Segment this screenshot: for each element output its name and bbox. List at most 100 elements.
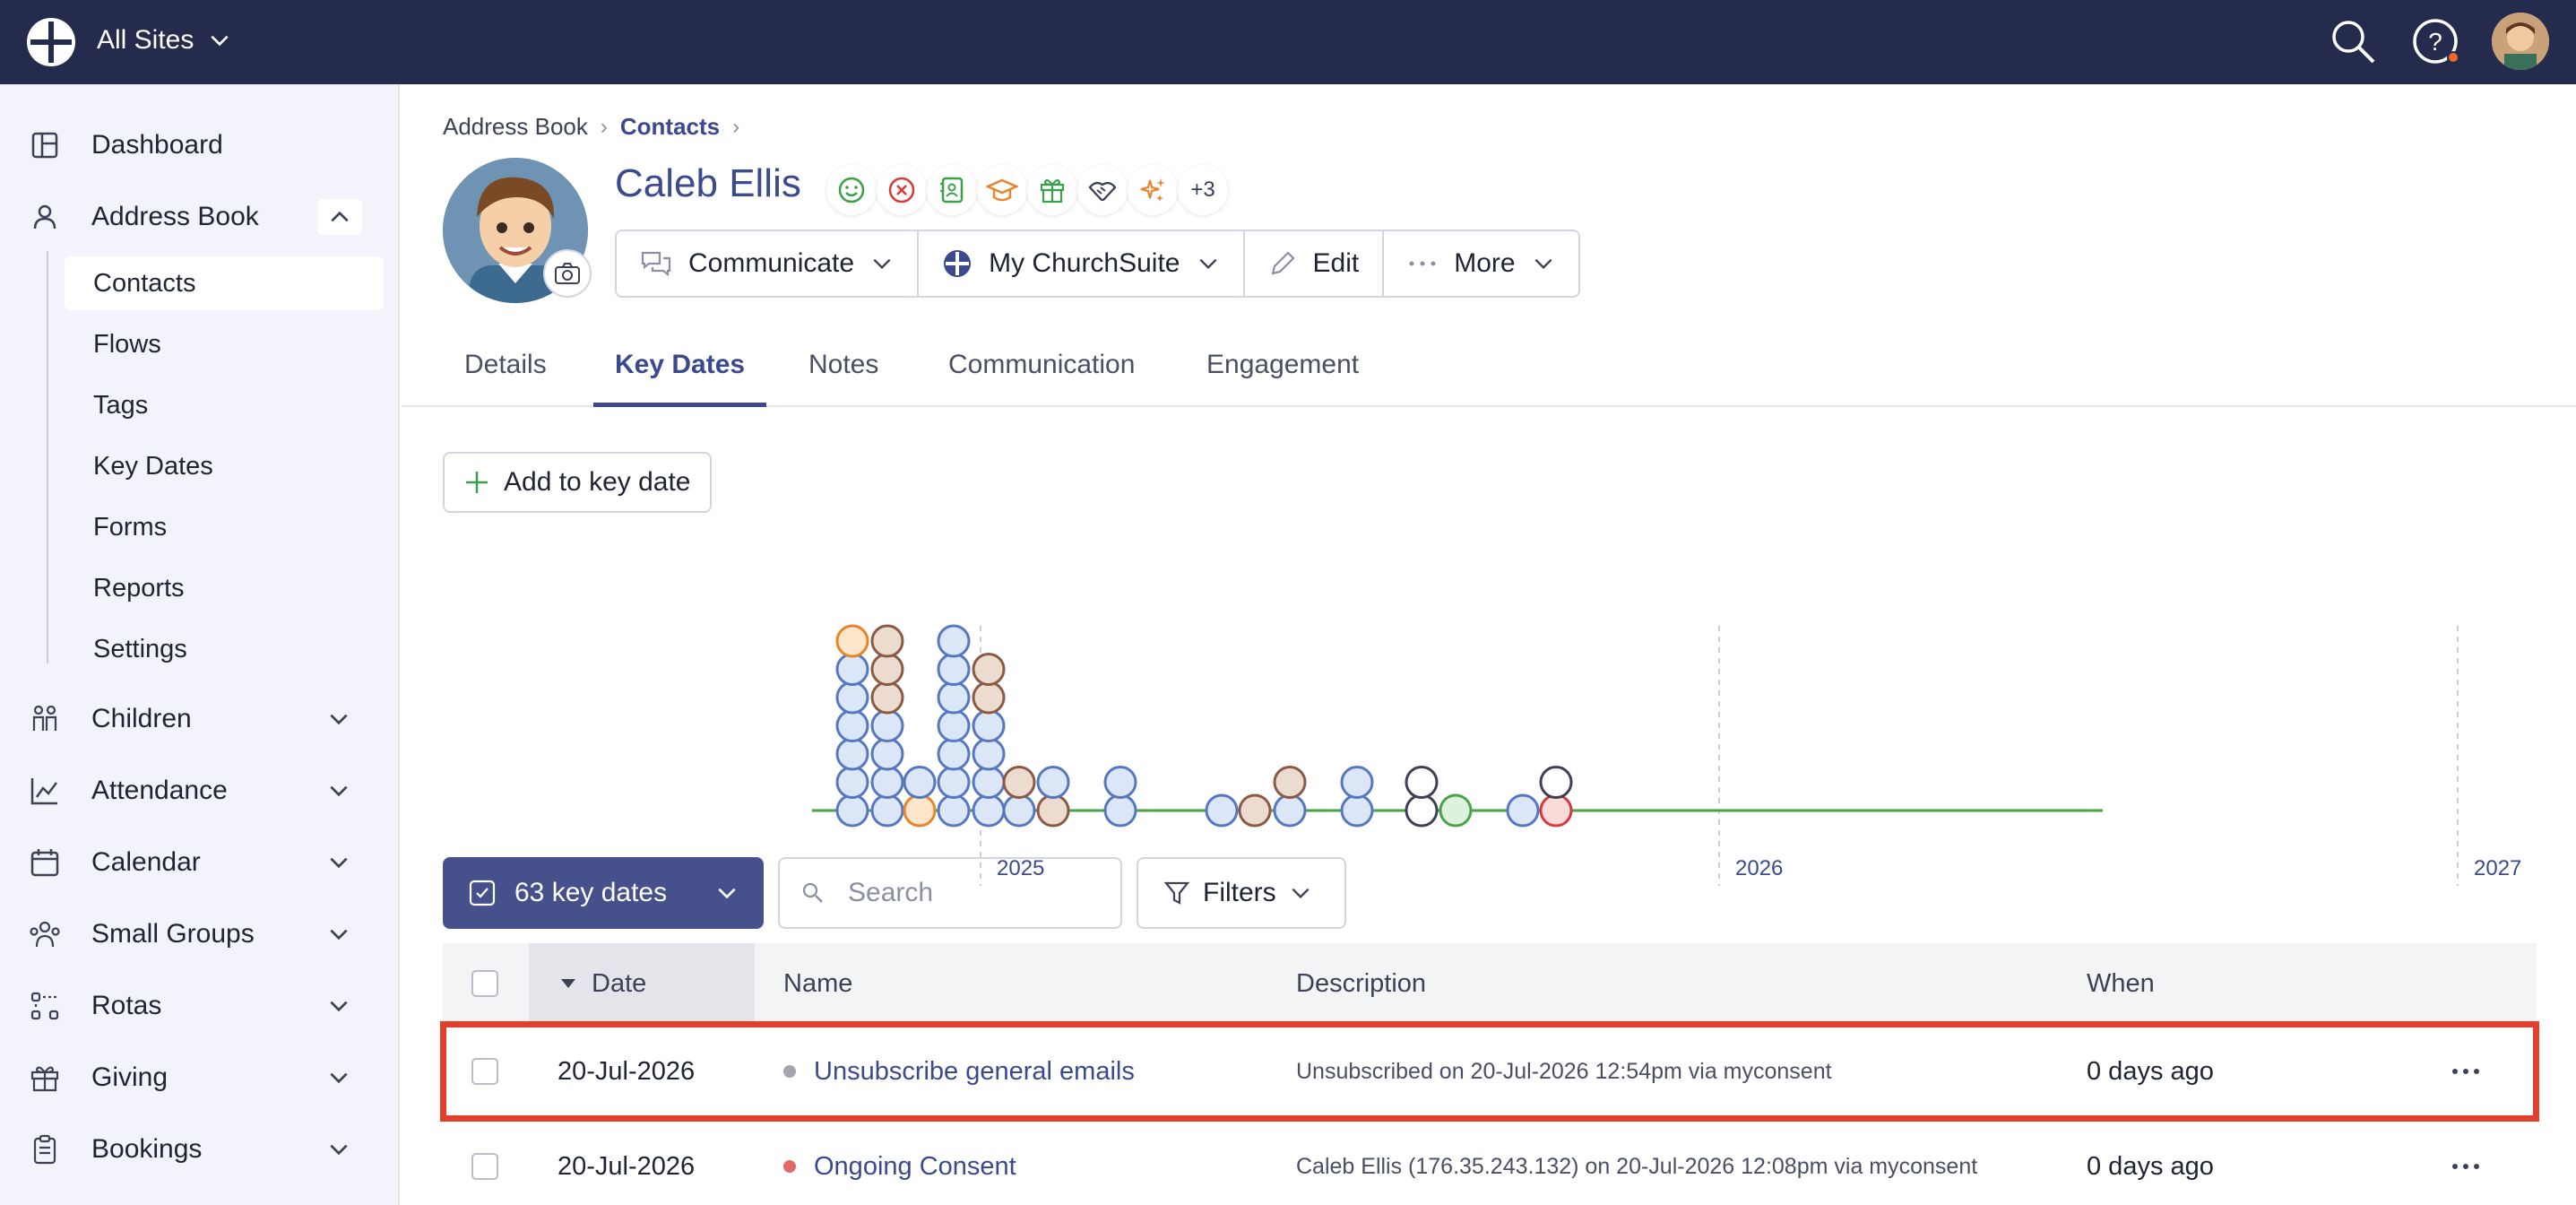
timeline-marker[interactable]	[1238, 793, 1272, 828]
timeline-marker[interactable]	[1340, 793, 1374, 828]
timeline-marker[interactable]	[937, 793, 971, 828]
site-selector[interactable]: All Sites	[97, 25, 231, 56]
breadcrumb-address-book[interactable]: Address Book	[443, 113, 588, 141]
timeline-marker[interactable]	[1273, 793, 1307, 828]
x-circle-icon[interactable]	[877, 165, 927, 215]
timeline-marker[interactable]	[903, 793, 937, 828]
timeline-marker[interactable]	[937, 653, 971, 686]
filters-button[interactable]: Filters	[1137, 857, 1346, 929]
search-input[interactable]: Search	[778, 857, 1122, 929]
timeline-marker[interactable]	[1103, 793, 1137, 828]
user-avatar[interactable]	[2492, 13, 2549, 70]
sidebar-subitem-tags[interactable]: Tags	[65, 378, 384, 432]
timeline-marker[interactable]	[870, 766, 904, 799]
table-row[interactable]: 20-Jul-2026 Ongoing Consent Caleb Ellis …	[443, 1119, 2537, 1205]
sidebar-item-calendar[interactable]: Calendar	[0, 836, 400, 889]
timeline-marker[interactable]	[1539, 793, 1573, 828]
row-name-link[interactable]: Ongoing Consent	[814, 1152, 1016, 1182]
sidebar-subitem-contacts[interactable]: Contacts	[65, 256, 384, 310]
edit-button[interactable]: Edit	[1245, 231, 1385, 296]
chevron-down-icon[interactable]	[324, 1063, 353, 1092]
breadcrumb-contacts[interactable]: Contacts	[620, 113, 720, 141]
timeline-marker[interactable]	[1340, 766, 1374, 799]
help-icon[interactable]: ?	[2409, 15, 2461, 67]
my-churchsuite-button[interactable]: My ChurchSuite	[919, 231, 1245, 296]
handshake-icon[interactable]	[1077, 165, 1128, 215]
chevron-down-icon[interactable]	[324, 920, 353, 949]
timeline-marker[interactable]	[1405, 793, 1439, 828]
column-header-when[interactable]: When	[2087, 943, 2155, 1024]
more-button[interactable]: More	[1384, 231, 1578, 296]
tab-details[interactable]: Details	[464, 344, 547, 407]
chevron-down-icon[interactable]	[324, 992, 353, 1020]
camera-icon[interactable]	[543, 249, 592, 298]
timeline-marker[interactable]	[937, 766, 971, 799]
timeline-marker[interactable]	[903, 766, 937, 799]
chevron-down-icon[interactable]	[324, 848, 353, 877]
timeline-marker[interactable]	[870, 624, 904, 658]
timeline-marker[interactable]	[1539, 766, 1573, 799]
sidebar-item-rotas[interactable]: Rotas	[0, 979, 400, 1033]
sidebar-item-giving[interactable]: Giving	[0, 1051, 400, 1105]
timeline-marker[interactable]	[937, 624, 971, 658]
timeline-marker[interactable]	[870, 737, 904, 771]
communicate-button[interactable]: Communicate	[617, 231, 920, 296]
sidebar-item-children[interactable]: Children	[0, 692, 400, 746]
chevron-down-icon[interactable]	[324, 705, 353, 733]
row-name[interactable]: Unsubscribe general emails	[783, 1024, 1135, 1119]
sidebar-subitem-reports[interactable]: Reports	[65, 561, 384, 615]
timeline-marker[interactable]	[835, 709, 869, 742]
timeline-marker[interactable]	[972, 681, 1006, 715]
sidebar-item-dashboard[interactable]: Dashboard	[0, 118, 400, 172]
churchsuite-logo-icon[interactable]	[25, 16, 77, 68]
sidebar-subitem-flows[interactable]: Flows	[65, 317, 384, 371]
timeline-marker[interactable]	[972, 737, 1006, 771]
timeline-marker[interactable]	[870, 681, 904, 715]
select-all-checkbox[interactable]	[471, 943, 498, 1024]
timeline-marker[interactable]	[937, 709, 971, 742]
sidebar-subitem-settings[interactable]: Settings	[65, 622, 384, 676]
more-badges-button[interactable]: +3	[1178, 165, 1228, 215]
timeline-marker[interactable]	[1506, 793, 1540, 828]
timeline-marker[interactable]	[937, 737, 971, 771]
sidebar-item-bookings[interactable]: Bookings	[0, 1123, 400, 1176]
timeline-marker[interactable]	[1002, 766, 1036, 799]
timeline-marker[interactable]	[835, 681, 869, 715]
timeline-marker[interactable]	[835, 653, 869, 686]
timeline-marker[interactable]	[1405, 766, 1439, 799]
timeline-marker[interactable]	[972, 766, 1006, 799]
contacts-icon[interactable]	[927, 165, 977, 215]
timeline-marker[interactable]	[835, 624, 869, 658]
row-checkbox[interactable]	[471, 1119, 498, 1205]
timeline-marker[interactable]	[1002, 793, 1036, 828]
key-dates-select-button[interactable]: 63 key dates	[443, 857, 764, 929]
chevron-down-icon[interactable]	[324, 1135, 353, 1164]
smile-icon[interactable]	[826, 165, 877, 215]
column-header-date[interactable]: Date	[529, 943, 755, 1024]
timeline-marker[interactable]	[972, 653, 1006, 686]
chevron-up-icon[interactable]	[317, 199, 362, 235]
sidebar-item-small-groups[interactable]: Small Groups	[0, 907, 400, 961]
column-header-description[interactable]: Description	[1296, 943, 1426, 1024]
timeline-marker[interactable]	[870, 793, 904, 828]
row-name-link[interactable]: Unsubscribe general emails	[814, 1057, 1135, 1087]
row-name[interactable]: Ongoing Consent	[783, 1119, 1016, 1205]
gift-icon[interactable]	[1027, 165, 1077, 215]
search-icon[interactable]	[2327, 15, 2379, 67]
row-actions-ellipsis-icon[interactable]	[2451, 1119, 2481, 1205]
timeline-marker[interactable]	[1036, 766, 1070, 799]
timeline-marker[interactable]	[870, 709, 904, 742]
row-checkbox[interactable]	[471, 1024, 498, 1119]
timeline-marker[interactable]	[1036, 793, 1070, 828]
timeline-marker[interactable]	[1273, 766, 1307, 799]
tab-notes[interactable]: Notes	[808, 344, 878, 407]
tab-communication[interactable]: Communication	[948, 344, 1135, 407]
sidebar-subitem-forms[interactable]: Forms	[65, 500, 384, 554]
timeline-marker[interactable]	[1205, 793, 1239, 828]
timeline-marker[interactable]	[870, 653, 904, 686]
chevron-down-icon[interactable]	[324, 776, 353, 805]
add-key-date-button[interactable]: Add to key date	[443, 452, 713, 513]
sidebar-item-address-book[interactable]: Address Book	[0, 190, 400, 244]
column-header-name[interactable]: Name	[783, 943, 852, 1024]
timeline-marker[interactable]	[1103, 766, 1137, 799]
